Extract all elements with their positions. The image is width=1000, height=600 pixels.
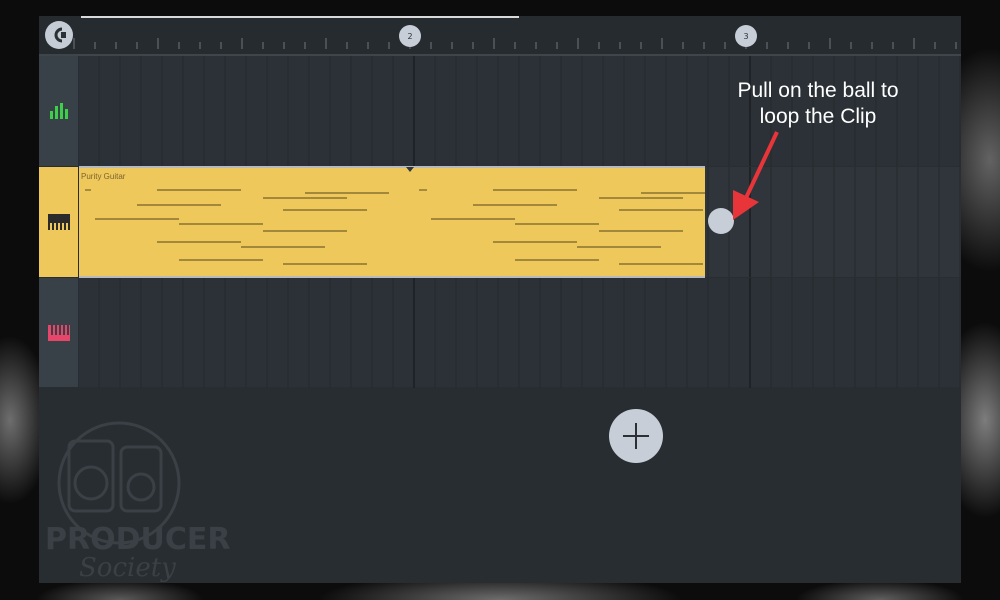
svg-text:PRODUCER: PRODUCER	[45, 522, 230, 557]
lane-grid	[98, 278, 961, 388]
bars-icon	[49, 103, 68, 119]
track-lane-3[interactable]	[79, 278, 961, 388]
track-header-keys[interactable]	[39, 278, 78, 387]
svg-text:Society: Society	[79, 553, 176, 583]
annotation-line-1: Pull on the ball to	[737, 79, 899, 102]
plus-icon	[623, 423, 649, 449]
timeline-ruler[interactable]: 2 3	[39, 16, 961, 56]
bar-marker-3[interactable]: 3	[735, 25, 757, 47]
annotation-line-2: loop the Clip	[759, 105, 877, 128]
midi-clip[interactable]: Purity Guitar	[79, 166, 705, 278]
clip-name-label: Purity Guitar	[81, 172, 126, 181]
clip-notes	[85, 189, 705, 265]
tutorial-annotation: Pull on the ball to loop the Clip	[703, 78, 933, 130]
ruler-ticks	[73, 38, 957, 49]
clip-split-marker	[406, 167, 414, 172]
producer-society-logo: PRODUCER Society	[45, 421, 230, 583]
track-header-drums[interactable]	[39, 56, 78, 166]
magnet-icon	[54, 27, 66, 43]
track-header-guitar[interactable]	[39, 167, 78, 277]
add-track-button[interactable]	[609, 409, 663, 463]
piano-keys-icon	[47, 324, 70, 341]
annotation-arrow	[733, 131, 779, 220]
snap-toggle-button[interactable]	[45, 21, 73, 49]
bar-marker-2[interactable]: 2	[399, 25, 421, 47]
piano-keys-icon	[47, 214, 70, 230]
